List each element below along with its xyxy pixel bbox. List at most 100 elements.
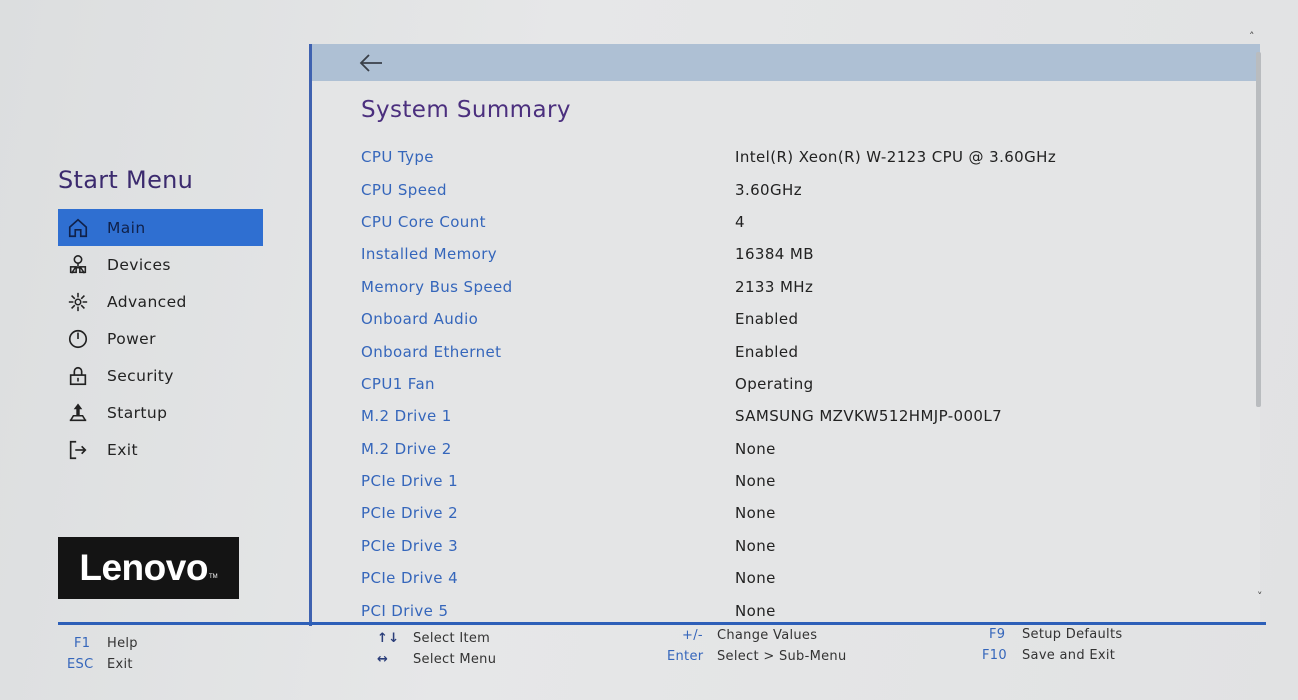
row-value: Enabled	[735, 342, 799, 361]
select-item-label: Select Item	[413, 631, 491, 646]
select-menu-label: Select Menu	[413, 652, 497, 667]
save-exit-hint: F10 Save and Exit	[982, 648, 1115, 663]
scrollbar-thumb[interactable]	[1256, 52, 1261, 407]
setup-defaults-hint: F9 Setup Defaults	[989, 627, 1122, 642]
plus-minus-key: +/-	[682, 628, 703, 643]
row-value: 3.60GHz	[735, 180, 802, 199]
summary-row[interactable]: CPU1 Fan Operating	[361, 368, 1241, 400]
row-value: None	[735, 472, 776, 491]
row-value: Enabled	[735, 310, 799, 329]
row-label: CPU1 Fan	[361, 374, 435, 393]
summary-row[interactable]: CPU Type Intel(R) Xeon(R) W-2123 CPU @ 3.…	[361, 141, 1241, 173]
system-summary-panel: System Summary CPU Type Intel(R) Xeon(R) …	[309, 44, 1260, 626]
left-right-arrows-icon: ↔	[377, 652, 389, 667]
trademark-mark: TM	[208, 574, 218, 580]
menu-item-main[interactable]: Main	[58, 209, 263, 246]
row-label: M.2 Drive 2	[361, 439, 452, 458]
footer-divider	[58, 622, 1266, 625]
row-value: None	[735, 504, 776, 523]
row-label: PCIe Drive 1	[361, 472, 459, 491]
save-exit-label: Save and Exit	[1022, 648, 1116, 663]
menu-item-startup[interactable]: Startup	[58, 394, 263, 431]
f10-key: F10	[982, 648, 1007, 663]
scroll-down-icon[interactable]: ˅	[1257, 590, 1263, 603]
devices-icon	[66, 253, 90, 277]
up-down-arrows-icon: ↑↓	[377, 631, 400, 646]
exit-label: Exit	[107, 657, 133, 672]
summary-row[interactable]: CPU Core Count 4	[361, 206, 1241, 238]
row-value: None	[735, 601, 776, 620]
f1-key: F1	[74, 636, 91, 651]
row-label: Memory Bus Speed	[361, 277, 513, 296]
home-icon	[66, 216, 90, 240]
logo-text: Lenovo	[79, 547, 208, 588]
row-label: CPU Type	[361, 148, 434, 167]
enter-key: Enter	[667, 649, 704, 664]
summary-row[interactable]: Memory Bus Speed 2133 MHz	[361, 271, 1241, 303]
row-value: SAMSUNG MZVKW512HMJP-000L7	[735, 407, 1003, 426]
summary-row[interactable]: PCIe Drive 3 None	[361, 530, 1241, 562]
panel-header-bar	[312, 44, 1260, 81]
row-value: Intel(R) Xeon(R) W-2123 CPU @ 3.60GHz	[735, 148, 1057, 167]
page-title: System Summary	[361, 97, 571, 123]
select-item-hint: ↑↓ Select Item	[377, 631, 490, 646]
summary-row[interactable]: M.2 Drive 1 SAMSUNG MZVKW512HMJP-000L7	[361, 400, 1241, 432]
menu-item-label: Security	[107, 366, 174, 385]
menu-item-label: Exit	[107, 440, 138, 459]
row-label: Onboard Audio	[361, 310, 479, 329]
row-label: Onboard Ethernet	[361, 342, 502, 361]
sub-menu-label: Select > Sub-Menu	[717, 649, 847, 664]
menu-item-power[interactable]: Power	[58, 320, 263, 357]
row-label: Installed Memory	[361, 245, 498, 264]
back-arrow-icon[interactable]	[358, 50, 384, 76]
exit-icon	[66, 438, 90, 462]
menu-item-label: Devices	[107, 255, 171, 274]
row-label: PCIe Drive 3	[361, 536, 459, 555]
start-menu: Main Devices Advanced Power Security Sta…	[58, 209, 263, 468]
lenovo-logo: Lenovo TM	[58, 537, 239, 599]
menu-item-label: Advanced	[107, 292, 187, 311]
menu-item-label: Main	[107, 218, 146, 237]
change-values-hint: +/- Change Values	[682, 628, 817, 643]
summary-row[interactable]: PCIe Drive 1 None	[361, 465, 1241, 497]
scroll-up-icon[interactable]: ˄	[1249, 30, 1255, 43]
enter-hint: Enter Select > Sub-Menu	[667, 649, 847, 664]
summary-row[interactable]: M.2 Drive 2 None	[361, 433, 1241, 465]
summary-list: CPU Type Intel(R) Xeon(R) W-2123 CPU @ 3.…	[361, 141, 1241, 626]
row-label: CPU Speed	[361, 180, 447, 199]
esc-key: ESC	[67, 657, 94, 672]
help-hint: F1 Help	[74, 636, 138, 651]
summary-row[interactable]: Onboard Ethernet Enabled	[361, 335, 1241, 367]
row-value: 2133 MHz	[735, 277, 814, 296]
row-label: PCIe Drive 2	[361, 504, 459, 523]
summary-row[interactable]: PCIe Drive 4 None	[361, 562, 1241, 594]
row-value: 4	[735, 212, 745, 231]
startup-icon	[66, 401, 90, 425]
menu-item-security[interactable]: Security	[58, 357, 263, 394]
row-value: None	[735, 439, 776, 458]
menu-item-label: Startup	[107, 403, 168, 422]
exit-hint: ESC Exit	[67, 657, 133, 672]
summary-row[interactable]: Onboard Audio Enabled	[361, 303, 1241, 335]
row-label: PCIe Drive 4	[361, 569, 459, 588]
row-label: M.2 Drive 1	[361, 407, 452, 426]
row-label: CPU Core Count	[361, 212, 486, 231]
f9-key: F9	[989, 627, 1006, 642]
help-label: Help	[107, 636, 138, 651]
menu-item-devices[interactable]: Devices	[58, 246, 263, 283]
select-menu-hint: ↔ Select Menu	[377, 652, 496, 667]
row-value: 16384 MB	[735, 245, 814, 264]
menu-item-exit[interactable]: Exit	[58, 431, 263, 468]
setup-defaults-label: Setup Defaults	[1022, 627, 1123, 642]
summary-row[interactable]: CPU Speed 3.60GHz	[361, 173, 1241, 205]
change-values-label: Change Values	[717, 628, 818, 643]
row-value: None	[735, 569, 776, 588]
start-menu-title: Start Menu	[58, 166, 194, 194]
summary-row[interactable]: PCIe Drive 2 None	[361, 497, 1241, 529]
summary-row[interactable]: Installed Memory 16384 MB	[361, 238, 1241, 270]
power-icon	[66, 327, 90, 351]
advanced-icon	[66, 290, 90, 314]
menu-item-advanced[interactable]: Advanced	[58, 283, 263, 320]
lock-icon	[66, 364, 90, 388]
row-value: Operating	[735, 374, 814, 393]
